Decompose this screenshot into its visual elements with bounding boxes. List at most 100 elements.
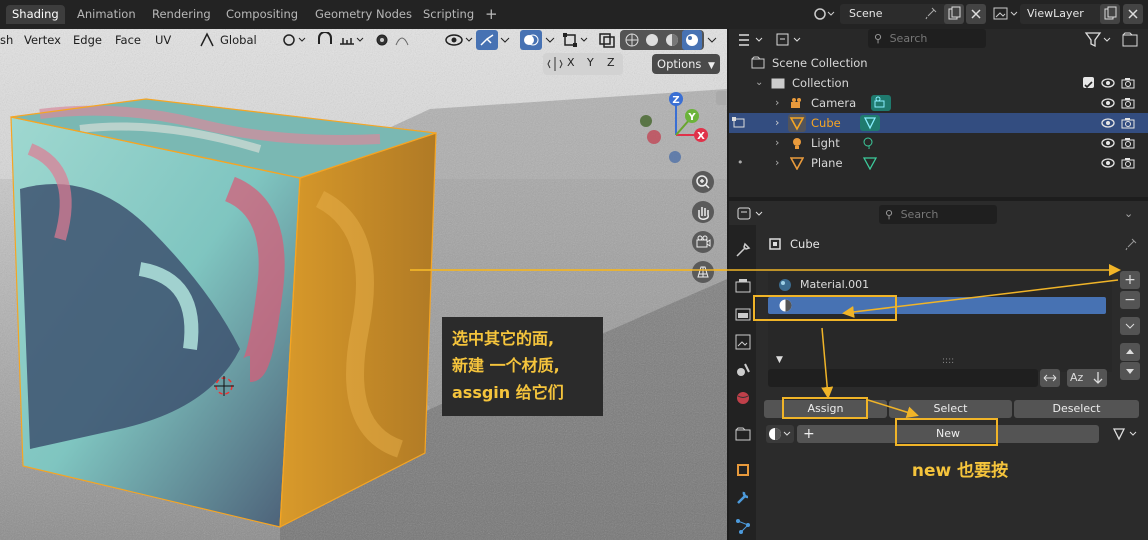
- specials-menu-icon[interactable]: [1120, 317, 1140, 335]
- tab-rendering[interactable]: Rendering: [146, 5, 217, 24]
- resize-handle-icon[interactable]: ::::: [942, 356, 954, 366]
- move-up-icon[interactable]: [1120, 343, 1140, 361]
- display-mode-icon[interactable]: [774, 31, 808, 49]
- material-shading-icon[interactable]: [664, 32, 680, 51]
- scene-tab-icon[interactable]: [733, 360, 753, 380]
- visibility-icon[interactable]: [444, 31, 474, 52]
- pin-icon[interactable]: [1124, 237, 1138, 254]
- delete-view-layer-icon[interactable]: [1123, 4, 1143, 24]
- modifiers-tab-icon[interactable]: [733, 488, 753, 508]
- tab-shading[interactable]: Shading: [6, 5, 65, 24]
- world-tab-icon[interactable]: [733, 388, 753, 408]
- gizmo-toggle-icon[interactable]: [476, 30, 498, 50]
- add-slot-button[interactable]: +: [1120, 271, 1140, 289]
- particles-tab-icon[interactable]: [733, 516, 753, 536]
- properties-search-field[interactable]: ⚲ Search: [879, 205, 997, 224]
- outliner-row-plane[interactable]: • › Plane: [729, 153, 1148, 173]
- wireframe-shading-icon[interactable]: [624, 32, 640, 51]
- overlays-dropdown-icon[interactable]: [544, 32, 556, 51]
- camera-render-icon[interactable]: [1121, 156, 1135, 177]
- invert-filter-icon[interactable]: [1040, 369, 1060, 387]
- snap-icon[interactable]: [316, 31, 334, 51]
- outliner-row-collection[interactable]: ⌄ Collection: [729, 73, 1148, 93]
- view-layer-icon[interactable]: [992, 5, 1020, 23]
- scene-icon[interactable]: [812, 5, 836, 23]
- menu-vertex[interactable]: Vertex: [24, 32, 61, 48]
- eye-icon[interactable]: [1101, 156, 1115, 177]
- select-button[interactable]: Select: [889, 400, 1012, 418]
- slot-filter-field[interactable]: [768, 369, 1038, 387]
- move-down-icon[interactable]: [1120, 362, 1140, 380]
- mirror-icon[interactable]: [547, 56, 563, 75]
- deselect-button[interactable]: Deselect: [1014, 400, 1139, 418]
- chevron-right-icon[interactable]: ›: [775, 93, 779, 113]
- filter-icon[interactable]: [1084, 31, 1114, 49]
- chevron-down-icon[interactable]: ⌄: [755, 73, 763, 93]
- proportional-edit-icon[interactable]: [374, 32, 418, 51]
- outliner-row-scene-collection[interactable]: Scene Collection: [729, 53, 1148, 73]
- sort-alpha-button[interactable]: Az: [1067, 369, 1107, 387]
- new-view-layer-icon[interactable]: [1100, 4, 1120, 24]
- mesh-edit-overlays-icon[interactable]: [562, 32, 592, 51]
- add-workspace-button[interactable]: +: [485, 5, 498, 23]
- axis-z-toggle[interactable]: Z: [607, 56, 615, 69]
- browse-material-icon[interactable]: [766, 425, 794, 443]
- shading-dropdown-icon[interactable]: [706, 32, 718, 51]
- zoom-icon[interactable]: [692, 171, 714, 193]
- camera-view-icon[interactable]: [692, 231, 714, 253]
- tab-geometry-nodes[interactable]: Geometry Nodes: [309, 5, 418, 24]
- menu-shading-partial[interactable]: sh: [0, 32, 13, 48]
- mesh-data-icon[interactable]: [860, 115, 880, 131]
- remove-slot-button[interactable]: −: [1120, 291, 1140, 309]
- view-layer-tab-icon[interactable]: [733, 332, 753, 352]
- solid-shading-icon[interactable]: [644, 32, 660, 51]
- chevron-down-icon[interactable]: ⌄: [1124, 207, 1133, 220]
- outliner-row-camera[interactable]: › Camera: [729, 93, 1148, 113]
- tab-scripting[interactable]: Scripting: [417, 5, 480, 24]
- pin-icon[interactable]: [924, 6, 938, 23]
- axis-y-toggle[interactable]: Y: [587, 56, 594, 69]
- menu-face[interactable]: Face: [115, 32, 141, 48]
- checkbox-icon[interactable]: [1083, 77, 1094, 89]
- output-tab-icon[interactable]: [733, 304, 753, 324]
- options-dropdown[interactable]: Options ▼: [652, 54, 720, 74]
- axis-x-toggle[interactable]: X: [567, 56, 575, 69]
- object-tab-icon[interactable]: [733, 460, 753, 480]
- mesh-data-icon[interactable]: [862, 156, 878, 177]
- snap-target-icon[interactable]: [338, 32, 366, 51]
- collapse-triangle-icon[interactable]: ▼: [776, 355, 783, 365]
- tab-compositing[interactable]: Compositing: [220, 5, 304, 24]
- rendered-shading-icon[interactable]: [682, 30, 702, 50]
- delete-scene-icon[interactable]: [966, 4, 986, 24]
- camera-data-icon[interactable]: [871, 95, 891, 111]
- collection-tab-icon[interactable]: [733, 424, 753, 444]
- tool-tab-icon[interactable]: [733, 240, 753, 260]
- viewport-header: sh Vertex Edge Face UV Global: [0, 29, 727, 51]
- outliner-row-light[interactable]: › Light: [729, 133, 1148, 153]
- chevron-right-icon[interactable]: ›: [775, 133, 779, 153]
- perspective-grid-icon[interactable]: [692, 261, 714, 283]
- material-slot-row[interactable]: Material.001: [768, 276, 1108, 294]
- render-tab-icon[interactable]: [733, 276, 753, 296]
- 3d-viewport[interactable]: sh Vertex Edge Face UV Global X Y Z Opti…: [0, 29, 727, 540]
- editor-type-icon[interactable]: [736, 31, 770, 49]
- navigation-gizmo[interactable]: Z X Y: [636, 87, 716, 167]
- chevron-right-icon[interactable]: ›: [775, 113, 779, 133]
- link-mode-icon[interactable]: [1111, 425, 1141, 443]
- properties-editor-type-icon[interactable]: [736, 205, 770, 223]
- gizmo-dropdown-icon[interactable]: [499, 32, 511, 51]
- new-collection-icon[interactable]: [1120, 30, 1140, 50]
- menu-edge[interactable]: Edge: [73, 32, 102, 48]
- overlays-icon[interactable]: [520, 30, 542, 50]
- tab-animation[interactable]: Animation: [71, 5, 142, 24]
- menu-uv[interactable]: UV: [155, 32, 171, 48]
- pivot-icon[interactable]: [282, 32, 308, 51]
- new-scene-icon[interactable]: [944, 4, 964, 24]
- orientation-icon: [199, 32, 215, 51]
- sidebar-toggle-icon[interactable]: [716, 91, 726, 105]
- xray-icon[interactable]: [598, 32, 616, 51]
- chevron-right-icon[interactable]: ›: [775, 153, 779, 173]
- pan-hand-icon[interactable]: [692, 201, 714, 223]
- outliner-search-field[interactable]: ⚲ Search: [868, 29, 986, 48]
- outliner-row-cube[interactable]: › Cube: [729, 113, 1148, 133]
